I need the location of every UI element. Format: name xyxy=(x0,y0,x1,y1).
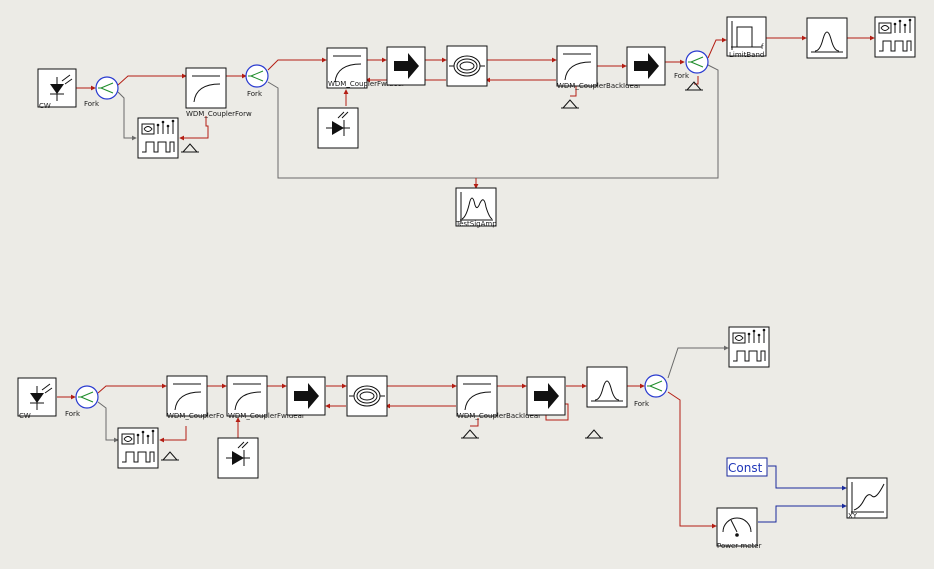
top-laser-block[interactable]: CW xyxy=(37,68,77,110)
bottom-fork-1[interactable]: Fork xyxy=(65,385,99,418)
bottom-ground-3 xyxy=(584,429,604,439)
spectrum-analyzer-icon xyxy=(874,16,916,58)
fork-icon xyxy=(245,64,269,88)
top-fork-2[interactable]: Fork xyxy=(245,64,269,98)
top-isolator-1[interactable] xyxy=(386,46,426,86)
bottom-isolator-2[interactable] xyxy=(526,376,566,416)
top-laser-label: CW xyxy=(39,102,51,110)
top-fork-2-label: Fork xyxy=(247,90,263,98)
isolator-arrow-icon xyxy=(526,376,566,416)
top-test-signal-label: TestSigAmp xyxy=(455,220,497,228)
bottom-spectrum-analyzer[interactable] xyxy=(117,427,159,469)
fork-icon xyxy=(95,76,119,100)
top-ground-3 xyxy=(684,81,704,91)
top-spectrum-analyzer-out[interactable] xyxy=(874,16,916,58)
bottom-pump-laser[interactable] xyxy=(217,437,259,479)
top-spectrum-analyzer[interactable] xyxy=(137,117,179,159)
isolator-arrow-icon xyxy=(286,376,326,416)
top-fork-3[interactable]: Fork xyxy=(674,50,709,80)
bottom-xy-plot-label: XY xyxy=(848,512,858,520)
schematic-canvas: CW Fork WDM_CouplerForw Fork WDM_Coupler… xyxy=(17,16,916,550)
wdm-coupler-icon xyxy=(226,375,268,417)
laser-source-icon xyxy=(17,377,57,417)
bottom-laser-label: CW xyxy=(19,412,31,420)
spectrum-analyzer-icon xyxy=(137,117,179,159)
bottom-power-meter[interactable]: Power meter xyxy=(716,507,762,550)
power-meter-icon xyxy=(716,507,758,547)
pump-laser-icon xyxy=(217,437,259,479)
top-ground-2 xyxy=(560,99,580,109)
bottom-fork-1-label: Fork xyxy=(65,410,81,418)
bottom-ground-1 xyxy=(160,451,180,461)
optical-filter-icon xyxy=(586,366,628,408)
top-limit-band[interactable]: f LimitBand xyxy=(726,16,767,59)
wdm-coupler-icon xyxy=(556,45,598,87)
optical-filter-icon xyxy=(806,17,848,59)
spectrum-analyzer-icon xyxy=(117,427,159,469)
top-fork-3-label: Fork xyxy=(674,72,690,80)
wdm-coupler-icon xyxy=(185,67,227,109)
bottom-laser-block[interactable]: CW xyxy=(17,377,57,420)
wdm-coupler-icon xyxy=(456,375,498,417)
bottom-ground-2 xyxy=(460,429,480,439)
pump-laser-icon xyxy=(317,107,359,149)
bottom-spectrum-analyzer-out[interactable] xyxy=(728,326,770,368)
bottom-const-block[interactable]: Const xyxy=(726,457,768,477)
bottom-xy-plot[interactable]: XY xyxy=(846,477,888,520)
bottom-wdm-coupler-1-label: WDM_CouplerFo xyxy=(167,412,224,420)
top-fork-1[interactable]: Fork xyxy=(84,76,119,108)
top-pump-laser[interactable] xyxy=(317,107,359,149)
bottom-fork-2-label: Fork xyxy=(634,400,650,408)
top-ground-1 xyxy=(180,143,200,153)
bottom-const-label: Const xyxy=(728,461,763,475)
isolator-arrow-icon xyxy=(626,46,666,86)
isolator-arrow-icon xyxy=(386,46,426,86)
spectrum-analyzer-icon xyxy=(728,326,770,368)
wdm-coupler-icon xyxy=(166,375,208,417)
top-limit-band-label: LimitBand xyxy=(729,51,764,59)
top-test-signal[interactable]: TestSigAmp xyxy=(455,187,497,228)
bottom-fiber[interactable] xyxy=(346,375,388,417)
top-wdm-coupler-forward-label: WDM_CouplerForw xyxy=(186,110,252,118)
bottom-wdm-coupler-1[interactable]: WDM_CouplerFo xyxy=(166,375,224,420)
fork-icon xyxy=(685,50,709,74)
bottom-fork-2[interactable]: Fork xyxy=(634,374,668,408)
bottom-circuit-wires xyxy=(57,345,847,529)
bottom-isolator-1[interactable] xyxy=(286,376,326,416)
top-isolator-2[interactable] xyxy=(626,46,666,86)
bottom-optical-filter[interactable] xyxy=(586,366,628,408)
fiber-coil-icon xyxy=(346,375,388,417)
fiber-coil-icon xyxy=(446,45,488,87)
top-optical-filter[interactable] xyxy=(806,17,848,59)
bottom-power-meter-label: Power meter xyxy=(717,542,762,550)
fork-icon xyxy=(75,385,99,409)
fork-icon xyxy=(644,374,668,398)
top-fork-1-label: Fork xyxy=(84,100,100,108)
top-fiber[interactable] xyxy=(446,45,488,87)
